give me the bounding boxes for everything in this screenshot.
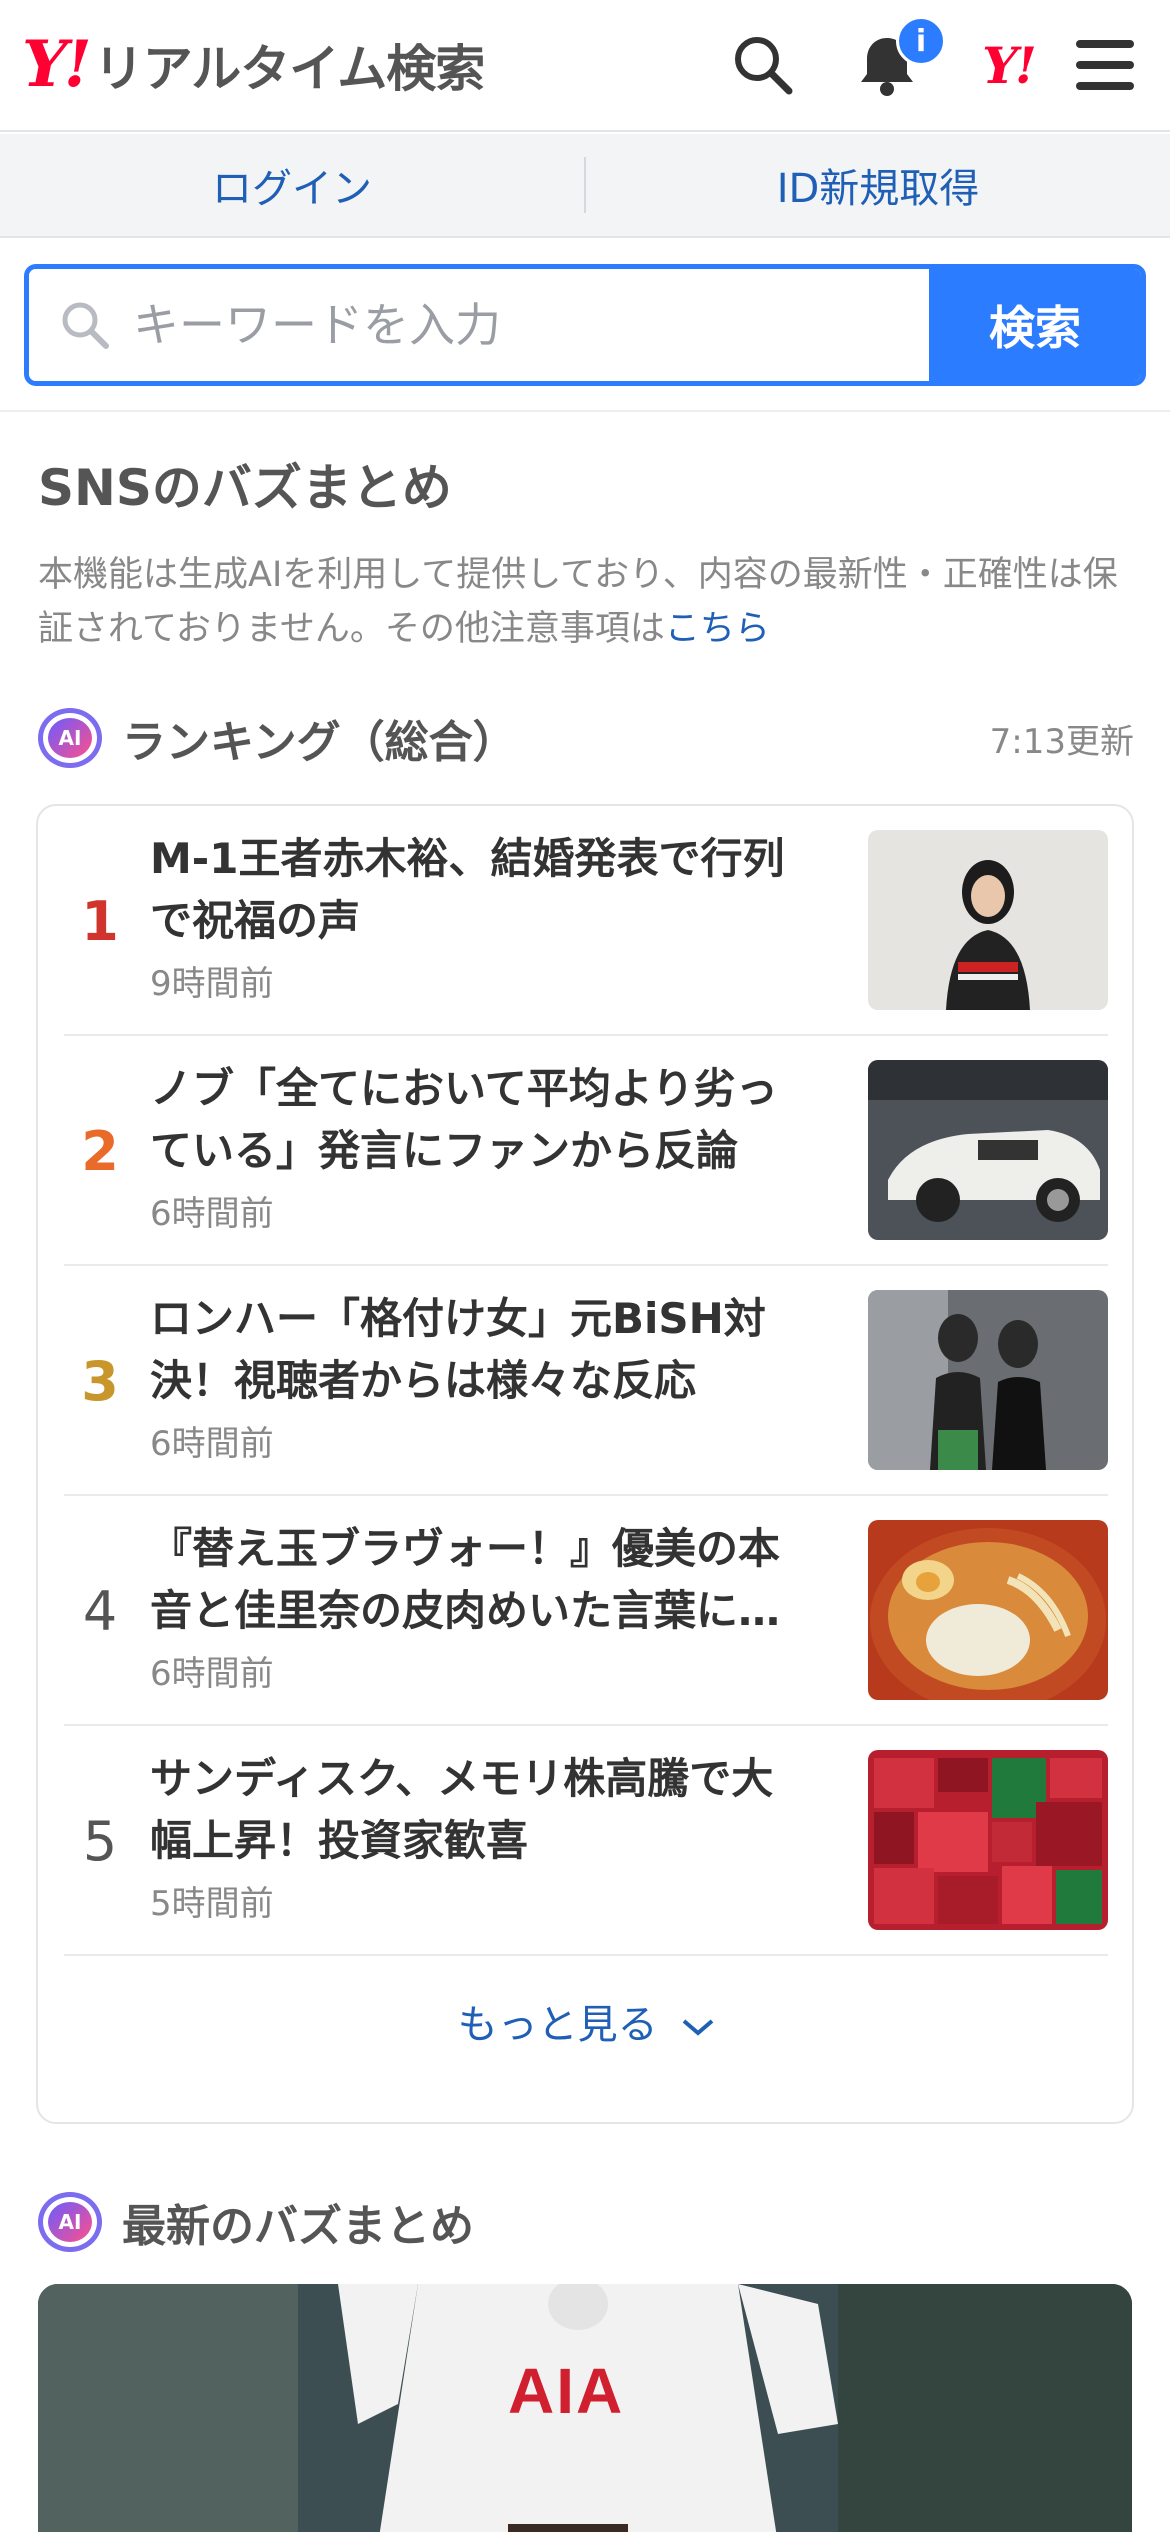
ai-icon: AI xyxy=(38,2192,102,2252)
search-input[interactable] xyxy=(133,298,833,352)
search-icon[interactable] xyxy=(728,30,798,100)
ranking-item-title: ノブ「全てにおいて平均より劣っている」発言にファンから反論 xyxy=(150,1064,778,1175)
ranking-item-title: ロンハー「格付け女」元BiSH対決！視聴者からは様々な反応 xyxy=(150,1294,766,1405)
yahoo-realtime-logo[interactable]: Y! リアルタイム検索 xyxy=(22,27,485,102)
ranking-item-title: M-1王者赤木裕、結婚発表で行列で祝福の声 xyxy=(150,834,785,945)
yj-mark: Y! xyxy=(982,35,1037,95)
ranking-item-title: サンディスク、メモリ株高騰で大幅上昇！投資家歓喜 xyxy=(150,1754,774,1865)
ranking-item[interactable]: 1 M-1王者赤木裕、結婚発表で行列で祝福の声 9時間前 xyxy=(64,806,1108,1036)
ranking-item[interactable]: 4 『替え玉ブラヴォー！』優美の本音と佳里奈の皮肉めいた言葉に… 6時間前 xyxy=(64,1496,1108,1726)
ai-icon-label: AI xyxy=(48,718,92,758)
login-link[interactable]: ログイン xyxy=(0,156,584,214)
section-divider xyxy=(0,410,1170,412)
ranking-item[interactable]: 5 サンディスク、メモリ株高騰で大幅上昇！投資家歓喜 5時間前 xyxy=(64,1726,1108,1956)
rank-number: 1 xyxy=(81,889,119,953)
more-label: もっと見る xyxy=(457,2002,658,2048)
thumbnail-image xyxy=(868,1060,1108,1240)
menu-icon[interactable] xyxy=(1070,30,1140,100)
disclaimer-text: 本機能は生成AIを利用して提供しており、内容の最新性・正確性は保証されておりませ… xyxy=(38,555,1118,649)
disclaimer: 本機能は生成AIを利用して提供しており、内容の最新性・正確性は保証されておりませ… xyxy=(38,548,1138,656)
rank-number: 5 xyxy=(82,1809,118,1873)
yahoo-logo-mark: Y! xyxy=(22,27,92,102)
thumbnail-image xyxy=(868,1750,1108,1930)
ranking-item[interactable]: 2 ノブ「全てにおいて平均より劣っている」発言にファンから反論 6時間前 xyxy=(64,1036,1108,1266)
thumbnail-image xyxy=(868,1290,1108,1470)
page-title: SNSのバズまとめ xyxy=(38,459,452,517)
hero-sponsor-text: AIA xyxy=(508,2355,625,2427)
login-bar: ログイン ID新規取得 xyxy=(0,134,1170,238)
ranking-item-time: 6時間前 xyxy=(150,1194,274,1234)
more-button[interactable]: もっと見る xyxy=(38,1992,1136,2050)
rank-number: 2 xyxy=(81,1119,119,1183)
ranking-item[interactable]: 3 ロンハー「格付け女」元BiSH対決！視聴者からは様々な反応 6時間前 xyxy=(64,1266,1108,1496)
ai-icon-label: AI xyxy=(48,2202,92,2242)
logo-title: リアルタイム検索 xyxy=(93,40,485,98)
thumbnail-image xyxy=(868,1520,1108,1700)
search-bar: 検索 xyxy=(24,264,1146,386)
ranking-title: ランキング（総合） xyxy=(122,717,517,768)
yahoo-japan-icon[interactable]: Y! xyxy=(968,30,1048,100)
ai-icon: AI xyxy=(38,708,102,768)
thumbnail-image xyxy=(868,830,1108,1010)
updated-time: 7:13更新 xyxy=(989,721,1134,762)
notification-badge: i xyxy=(896,16,946,66)
ranking-item-time: 5時間前 xyxy=(150,1884,274,1924)
disclaimer-link[interactable]: こちら xyxy=(665,609,770,649)
rank-number: 4 xyxy=(82,1579,118,1643)
ranking-item-time: 9時間前 xyxy=(150,964,274,1004)
search-field-icon xyxy=(62,302,109,349)
app-header: Y! リアルタイム検索 i Y! xyxy=(0,0,1170,132)
search-button[interactable]: 検索 xyxy=(929,269,1141,381)
signup-link[interactable]: ID新規取得 xyxy=(586,156,1170,214)
latest-hero-image[interactable]: AIA xyxy=(38,2284,1132,2532)
latest-title: 最新のバズまとめ xyxy=(122,2201,474,2252)
ranking-item-time: 6時間前 xyxy=(150,1654,274,1694)
ranking-card: 1 M-1王者赤木裕、結婚発表で行列で祝福の声 9時間前 2 ノブ「全てにおいて… xyxy=(36,804,1134,2124)
rank-number: 3 xyxy=(81,1349,119,1413)
chevron-down-icon xyxy=(683,2019,714,2036)
latest-header: AI 最新のバズまとめ xyxy=(38,2186,474,2258)
ranking-item-title: 『替え玉ブラヴォー！』優美の本音と佳里奈の皮肉めいた言葉に… xyxy=(150,1524,781,1635)
ranking-item-time: 6時間前 xyxy=(150,1424,274,1464)
search-field[interactable] xyxy=(29,269,929,381)
ranking-header: AI ランキング（総合） 7:13更新 xyxy=(38,702,1134,774)
